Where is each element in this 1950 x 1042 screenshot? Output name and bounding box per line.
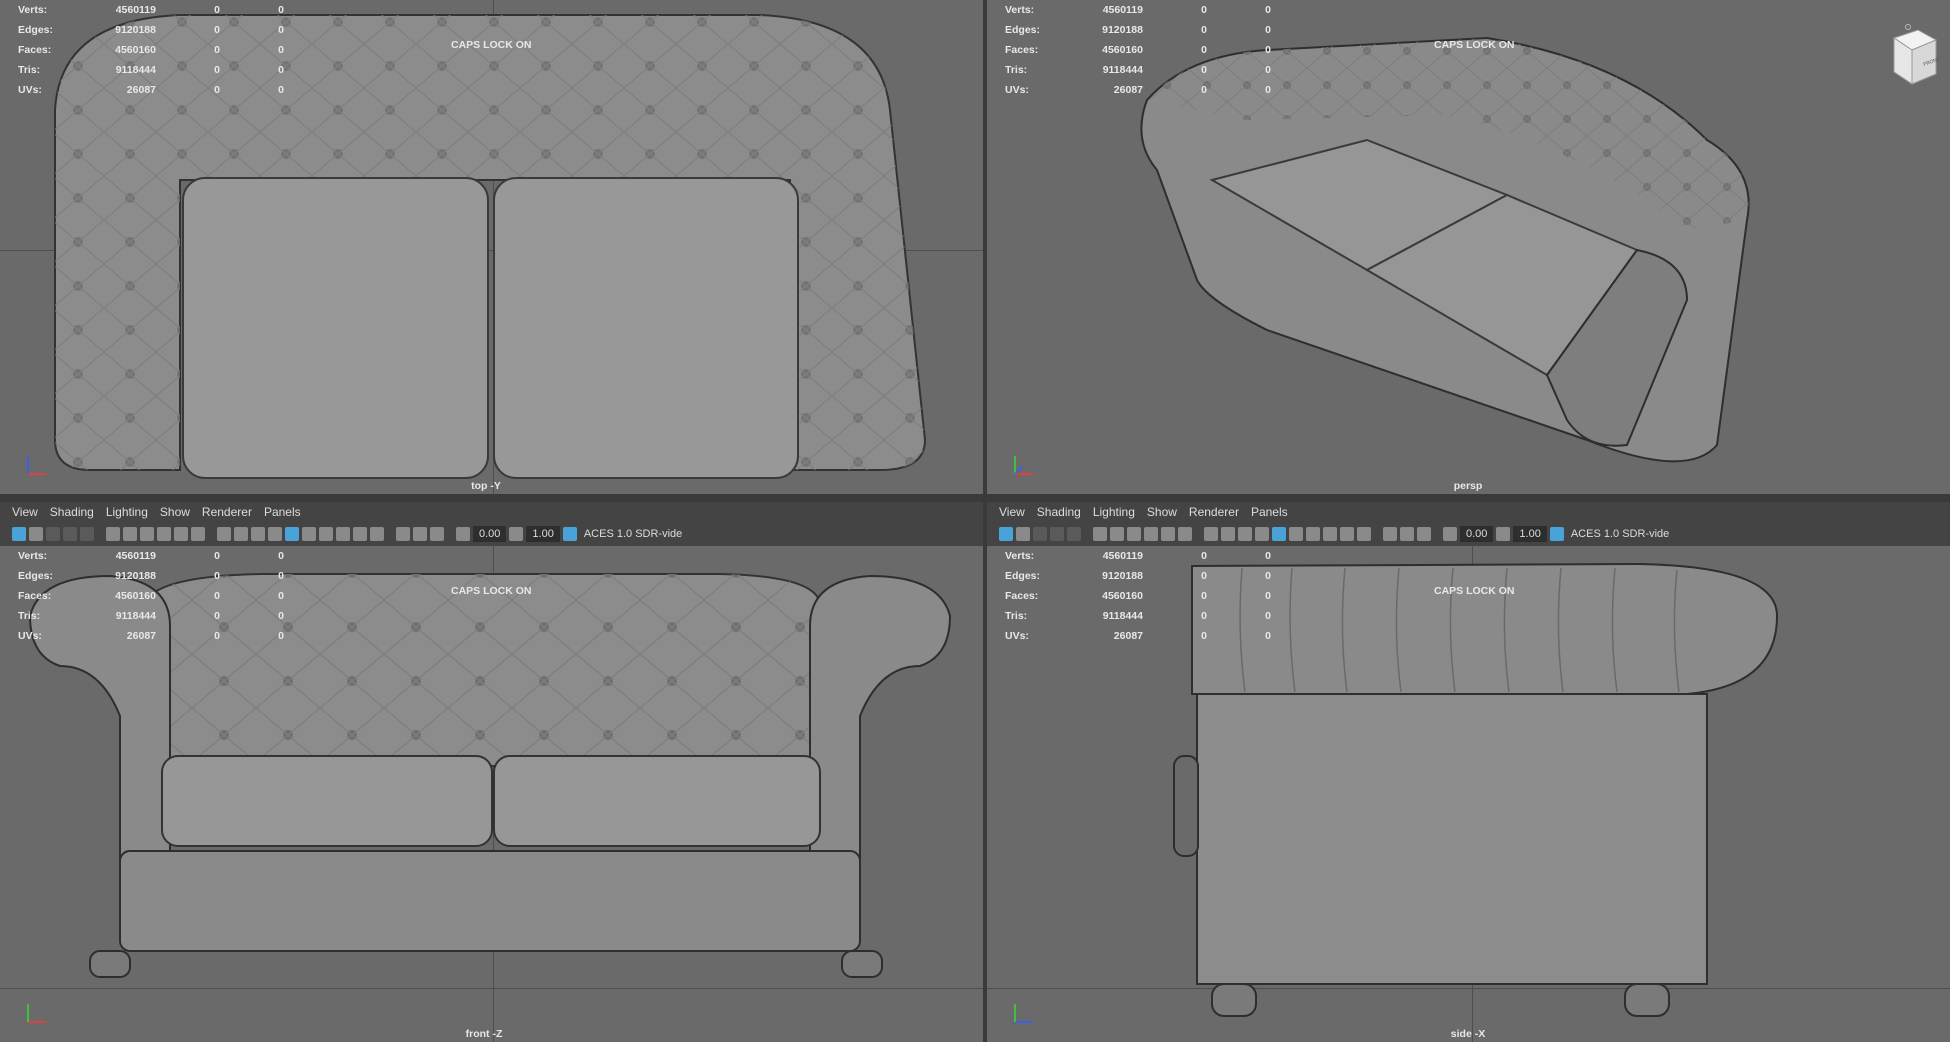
gamma-field[interactable]: 1.00: [526, 526, 560, 542]
default-material-icon[interactable]: [302, 527, 316, 541]
xray-joints-icon[interactable]: [1417, 527, 1431, 541]
isolate-select-icon[interactable]: [1383, 527, 1397, 541]
color-management-icon[interactable]: [562, 527, 577, 541]
grid-toggle-icon[interactable]: [217, 527, 231, 541]
menu-lighting[interactable]: Lighting: [1093, 505, 1135, 519]
ambient-occlusion-icon[interactable]: [1357, 527, 1371, 541]
color-space-label[interactable]: ACES 1.0 SDR-vide: [1571, 528, 1669, 540]
shadows-icon[interactable]: [353, 527, 367, 541]
image-plane-icon[interactable]: [1050, 527, 1064, 541]
camera-attributes-icon[interactable]: [29, 527, 43, 541]
wireframe-icon[interactable]: [268, 527, 282, 541]
viewport-top[interactable]: Verts: 4560119 0 0 Edges: 9120188 0 0 Faces: 45…: [0, 0, 983, 494]
menu-shading[interactable]: Shading: [50, 505, 94, 519]
grease-pencil-icon[interactable]: [1093, 527, 1107, 541]
xray-icon[interactable]: [413, 527, 427, 541]
bookmark-icon[interactable]: [46, 527, 60, 541]
poly-count-hud: Verts: 4560119 0 0 Edges: 9120188 0 0 Faces: 45…: [1005, 4, 1271, 96]
caps-lock-indicator: CAPS LOCK ON: [1434, 585, 1515, 597]
safe-action-icon[interactable]: [234, 527, 248, 541]
grease-pencil-icon[interactable]: [106, 527, 120, 541]
safe-title-icon[interactable]: [1238, 527, 1252, 541]
camera-name: side -X: [1450, 1028, 1486, 1040]
select-camera-icon[interactable]: [12, 527, 26, 541]
wireframe-icon[interactable]: [1255, 527, 1269, 541]
film-gate-icon[interactable]: [1127, 527, 1141, 541]
menu-view[interactable]: View: [12, 505, 38, 519]
shadows-icon[interactable]: [1340, 527, 1354, 541]
exposure-icon[interactable]: [1443, 527, 1457, 541]
menu-renderer[interactable]: Renderer: [202, 505, 252, 519]
menu-shading[interactable]: Shading: [1037, 505, 1081, 519]
gate-mask-icon[interactable]: [1161, 527, 1175, 541]
axis-gizmo-icon: [1014, 456, 1033, 475]
menu-lighting[interactable]: Lighting: [106, 505, 148, 519]
menu-panels[interactable]: Panels: [264, 505, 301, 519]
exposure-icon[interactable]: [456, 527, 470, 541]
panel-toolbar: 0.00 1.00 ACES 1.0 SDR-vide: [0, 522, 983, 546]
menu-panels[interactable]: Panels: [1251, 505, 1288, 519]
lock-camera-icon[interactable]: [123, 527, 137, 541]
axis-gizmo-icon: [1014, 1004, 1033, 1023]
exposure-field[interactable]: 0.00: [473, 526, 507, 542]
two-d-pan-icon[interactable]: [1067, 527, 1081, 541]
camera-name: persp: [1453, 480, 1483, 492]
camera-name: front -Z: [465, 1028, 503, 1040]
poly-count-hud: Verts: 4560119 0 0 Edges: 9120188 0 0 Faces: 45…: [1005, 550, 1271, 642]
viewport-persp[interactable]: Verts: 4560119 0 0 Edges: 9120188 0 0 Faces: 45…: [987, 0, 1950, 494]
axis-gizmo-icon: [27, 456, 46, 475]
resolution-gate-icon[interactable]: [1144, 527, 1158, 541]
menu-show[interactable]: Show: [160, 505, 190, 519]
poly-count-hud: Verts: 4560119 0 0 Edges: 9120188 0 0 Faces: 45…: [18, 550, 284, 642]
xray-icon[interactable]: [1400, 527, 1414, 541]
viewport-side[interactable]: Verts: 4560119 0 0 Edges: 9120188 0 0 Faces: 45…: [987, 546, 1950, 1042]
color-space-label[interactable]: ACES 1.0 SDR-vide: [584, 528, 682, 540]
gamma-field[interactable]: 1.00: [1513, 526, 1547, 542]
field-chart-icon[interactable]: [191, 527, 205, 541]
resolution-gate-icon[interactable]: [157, 527, 171, 541]
textured-icon[interactable]: [1306, 527, 1320, 541]
menu-renderer[interactable]: Renderer: [1189, 505, 1239, 519]
color-management-icon[interactable]: [1549, 527, 1564, 541]
bookmark-icon[interactable]: [1033, 527, 1047, 541]
menu-view[interactable]: View: [999, 505, 1025, 519]
field-chart-icon[interactable]: [1178, 527, 1192, 541]
isolate-select-icon[interactable]: [396, 527, 410, 541]
gamma-icon[interactable]: [1496, 527, 1511, 541]
poly-count-hud: Verts: 4560119 0 0 Edges: 9120188 0 0 Faces: 45…: [18, 4, 284, 96]
grid-toggle-icon[interactable]: [1204, 527, 1218, 541]
caps-lock-indicator: CAPS LOCK ON: [451, 585, 532, 597]
xray-joints-icon[interactable]: [430, 527, 444, 541]
camera-attributes-icon[interactable]: [1016, 527, 1030, 541]
safe-action-icon[interactable]: [1221, 527, 1235, 541]
view-cube-icon[interactable]: FRONT: [1884, 24, 1944, 92]
lights-icon[interactable]: [1323, 527, 1337, 541]
caps-lock-indicator: CAPS LOCK ON: [1434, 39, 1515, 51]
default-material-icon[interactable]: [1289, 527, 1303, 541]
menu-show[interactable]: Show: [1147, 505, 1177, 519]
camera-name: top -Y: [471, 480, 501, 492]
panel-menu-bar: View Shading Lighting Show Renderer Pane…: [987, 502, 1950, 522]
gate-mask-icon[interactable]: [174, 527, 188, 541]
viewport-front[interactable]: Verts: 4560119 0 0 Edges: 9120188 0 0 Faces: 45…: [0, 546, 983, 1042]
caps-lock-indicator: CAPS LOCK ON: [451, 39, 532, 51]
image-plane-icon[interactable]: [63, 527, 77, 541]
textured-icon[interactable]: [319, 527, 333, 541]
smooth-shade-icon[interactable]: [285, 527, 299, 541]
safe-title-icon[interactable]: [251, 527, 265, 541]
two-d-pan-icon[interactable]: [80, 527, 94, 541]
panel-menu-bar: View Shading Lighting Show Renderer Pane…: [0, 502, 983, 522]
axis-gizmo-icon: [27, 1004, 46, 1023]
film-gate-icon[interactable]: [140, 527, 154, 541]
select-camera-icon[interactable]: [999, 527, 1013, 541]
lights-icon[interactable]: [336, 527, 350, 541]
gamma-icon[interactable]: [509, 527, 524, 541]
exposure-field[interactable]: 0.00: [1460, 526, 1494, 542]
lock-camera-icon[interactable]: [1110, 527, 1124, 541]
smooth-shade-icon[interactable]: [1272, 527, 1286, 541]
panel-toolbar: 0.00 1.00 ACES 1.0 SDR-vide: [987, 522, 1950, 546]
ambient-occlusion-icon[interactable]: [370, 527, 384, 541]
